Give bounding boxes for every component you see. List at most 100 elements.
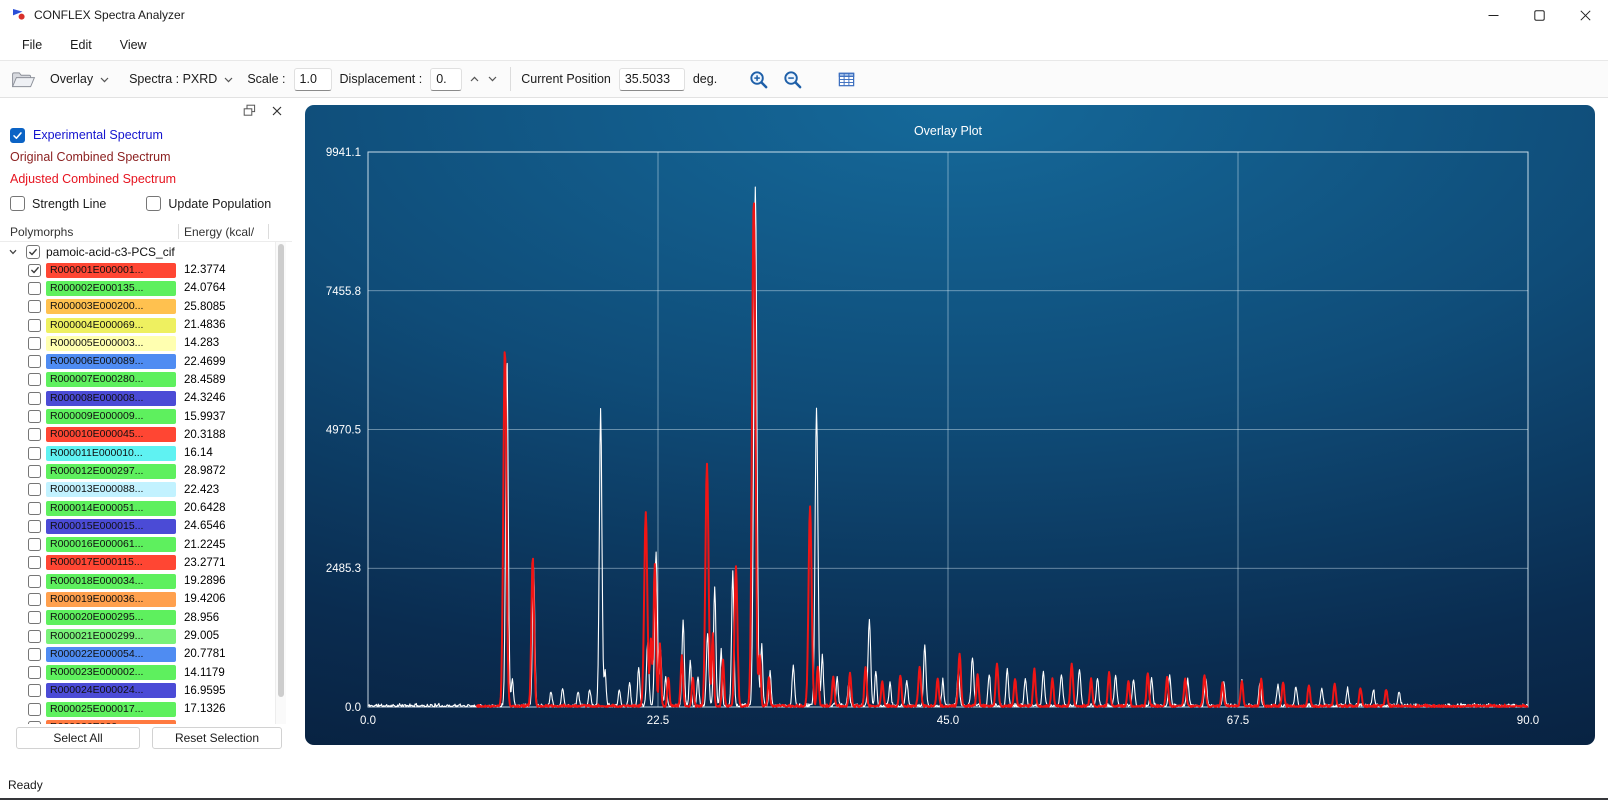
polymorph-label-chip: R000025E000017... — [46, 701, 176, 717]
legend-item[interactable]: Experimental Spectrum — [10, 124, 284, 146]
spin-up-icon[interactable] — [466, 70, 482, 88]
scale-input[interactable] — [293, 67, 332, 91]
polymorph-row[interactable]: R000025E000017... 17.1326 — [0, 700, 270, 718]
polymorph-checkbox[interactable] — [28, 446, 41, 460]
polymorph-row[interactable]: R000022E000054... 20.7781 — [0, 645, 270, 663]
polymorph-checkbox[interactable] — [28, 629, 41, 643]
close-panel-icon[interactable] — [269, 103, 284, 118]
list-scrollbar[interactable] — [275, 242, 286, 724]
polymorph-label-chip: R000007E000280... — [46, 372, 176, 388]
polymorph-checkbox[interactable] — [28, 410, 41, 424]
polymorph-energy: 19.4206 — [184, 593, 226, 606]
menu-view[interactable]: View — [106, 33, 161, 57]
polymorph-row[interactable]: R000003E000200... 25.8085 — [0, 298, 270, 316]
menu-edit[interactable]: Edit — [56, 33, 106, 57]
reset-selection-button[interactable]: Reset Selection — [152, 727, 282, 749]
tree-root-row[interactable]: pamoic-acid-c3-PCS_cif — [0, 242, 270, 261]
close-button[interactable] — [1562, 0, 1608, 30]
polymorph-row[interactable]: R000008E000008... 24.3246 — [0, 389, 270, 407]
table-view-button[interactable] — [833, 66, 859, 92]
current-position-input[interactable] — [618, 67, 685, 91]
polymorph-row[interactable]: R000012E000297... 28.9872 — [0, 462, 270, 480]
polymorph-checkbox[interactable] — [28, 501, 41, 515]
polymorph-checkbox[interactable] — [28, 464, 41, 478]
option-checkbox[interactable] — [10, 196, 25, 211]
polymorph-checkbox[interactable] — [28, 428, 41, 442]
polymorph-row[interactable]: R000018E000034... 19.2896 — [0, 572, 270, 590]
polymorph-row[interactable]: R000009E000009... 15.9937 — [0, 407, 270, 425]
polymorph-row[interactable]: R000021E000299... 29.005 — [0, 627, 270, 645]
polymorph-checkbox[interactable] — [28, 538, 41, 552]
polymorph-row[interactable]: R000019E000036... 19.4206 — [0, 590, 270, 608]
polymorph-label-chip: R000011E000010... — [46, 445, 176, 461]
polymorph-row[interactable]: R000017E000115... 23.2771 — [0, 554, 270, 572]
polymorph-row[interactable]: R000002E000135... 24.0764 — [0, 279, 270, 297]
polymorph-checkbox[interactable] — [28, 721, 41, 724]
zoom-in-button[interactable] — [745, 66, 771, 92]
option-checkbox[interactable] — [146, 196, 162, 211]
polymorph-checkbox[interactable] — [28, 300, 41, 314]
overlay-mode-label: Overlay — [50, 72, 94, 86]
polymorph-row[interactable]: R000024E000024... 16.9595 — [0, 682, 270, 700]
polymorph-checkbox[interactable] — [28, 281, 41, 295]
polymorph-row[interactable]: R000016E000061... 21.2245 — [0, 535, 270, 553]
polymorph-row[interactable]: R000026E000... — [0, 718, 270, 724]
polymorph-checkbox[interactable] — [28, 684, 41, 698]
polymorph-checkbox[interactable] — [28, 483, 41, 497]
polymorph-checkbox[interactable] — [28, 574, 41, 588]
legend-item[interactable]: Adjusted Combined Spectrum — [10, 168, 284, 190]
option-label: Update Population — [168, 196, 272, 211]
menu-file[interactable]: File — [8, 33, 56, 57]
overlay-mode-dropdown[interactable]: Overlay — [44, 68, 115, 90]
polymorph-checkbox[interactable] — [28, 391, 41, 405]
scrollbar-thumb[interactable] — [278, 244, 284, 698]
polymorph-row[interactable]: R000001E000001... 12.3774 — [0, 261, 270, 279]
expander-icon[interactable] — [8, 247, 20, 257]
minimize-button[interactable] — [1470, 0, 1516, 30]
statusbar: Ready — [0, 772, 1608, 798]
polymorph-row[interactable]: R000005E000003... 14.283 — [0, 334, 270, 352]
polymorph-row[interactable]: R000020E000295... 28.956 — [0, 609, 270, 627]
polymorph-row[interactable]: R000007E000280... 28.4589 — [0, 371, 270, 389]
polymorph-row[interactable]: R000011E000010... 16.14 — [0, 444, 270, 462]
polymorph-row[interactable]: R000006E000089... 22.4699 — [0, 352, 270, 370]
root-checkbox[interactable] — [26, 244, 40, 259]
overlay-chart: Overlay Plot 0.0 22.5 45.0 67.5 90.0 0.0 2485.3… — [326, 124, 1539, 727]
zoom-out-button[interactable] — [779, 66, 805, 92]
legend-checkbox[interactable] — [10, 127, 25, 143]
select-all-button[interactable]: Select All — [16, 727, 140, 749]
legend-label: Original Combined Spectrum — [10, 150, 171, 164]
float-panel-icon[interactable] — [242, 103, 257, 118]
spin-down-icon[interactable] — [484, 70, 500, 88]
polymorph-checkbox[interactable] — [28, 336, 41, 350]
polymorph-checkbox[interactable] — [28, 647, 41, 661]
polymorph-row[interactable]: R000010E000045... 20.3188 — [0, 426, 270, 444]
polymorph-row[interactable]: R000015E000015... 24.6546 — [0, 517, 270, 535]
polymorph-checkbox[interactable] — [28, 556, 41, 570]
polymorph-checkbox[interactable] — [28, 702, 41, 716]
displacement-input[interactable] — [430, 67, 463, 91]
option-label: Strength Line — [32, 196, 107, 211]
polymorph-checkbox[interactable] — [28, 666, 41, 680]
legend-item[interactable]: Original Combined Spectrum — [10, 146, 284, 168]
maximize-button[interactable] — [1516, 0, 1562, 30]
polymorph-row[interactable]: R000023E000002... 14.1179 — [0, 664, 270, 682]
spectra-type-dropdown[interactable]: Spectra : PXRD — [123, 68, 239, 90]
option-strength-line[interactable]: Strength Line — [10, 196, 106, 211]
polymorph-checkbox[interactable] — [28, 519, 41, 533]
polymorph-checkbox[interactable] — [28, 318, 41, 332]
polymorph-row[interactable]: R000014E000051... 20.6428 — [0, 499, 270, 517]
polymorph-row[interactable]: R000004E000069... 21.4836 — [0, 316, 270, 334]
polymorph-label-chip: R000003E000200... — [46, 299, 176, 315]
open-folder-icon — [11, 71, 35, 87]
zoom-out-icon — [784, 70, 802, 88]
open-file-button[interactable] — [10, 66, 36, 92]
polymorph-checkbox[interactable] — [28, 355, 41, 369]
polymorph-row[interactable]: R000013E000088... 22.423 — [0, 481, 270, 499]
polymorph-checkbox[interactable] — [28, 592, 41, 606]
polymorph-energy: 24.3246 — [184, 392, 226, 405]
polymorph-checkbox[interactable] — [28, 263, 41, 277]
polymorph-checkbox[interactable] — [28, 373, 41, 387]
polymorph-checkbox[interactable] — [28, 611, 41, 625]
option-update-population[interactable]: Update Population — [146, 196, 271, 211]
